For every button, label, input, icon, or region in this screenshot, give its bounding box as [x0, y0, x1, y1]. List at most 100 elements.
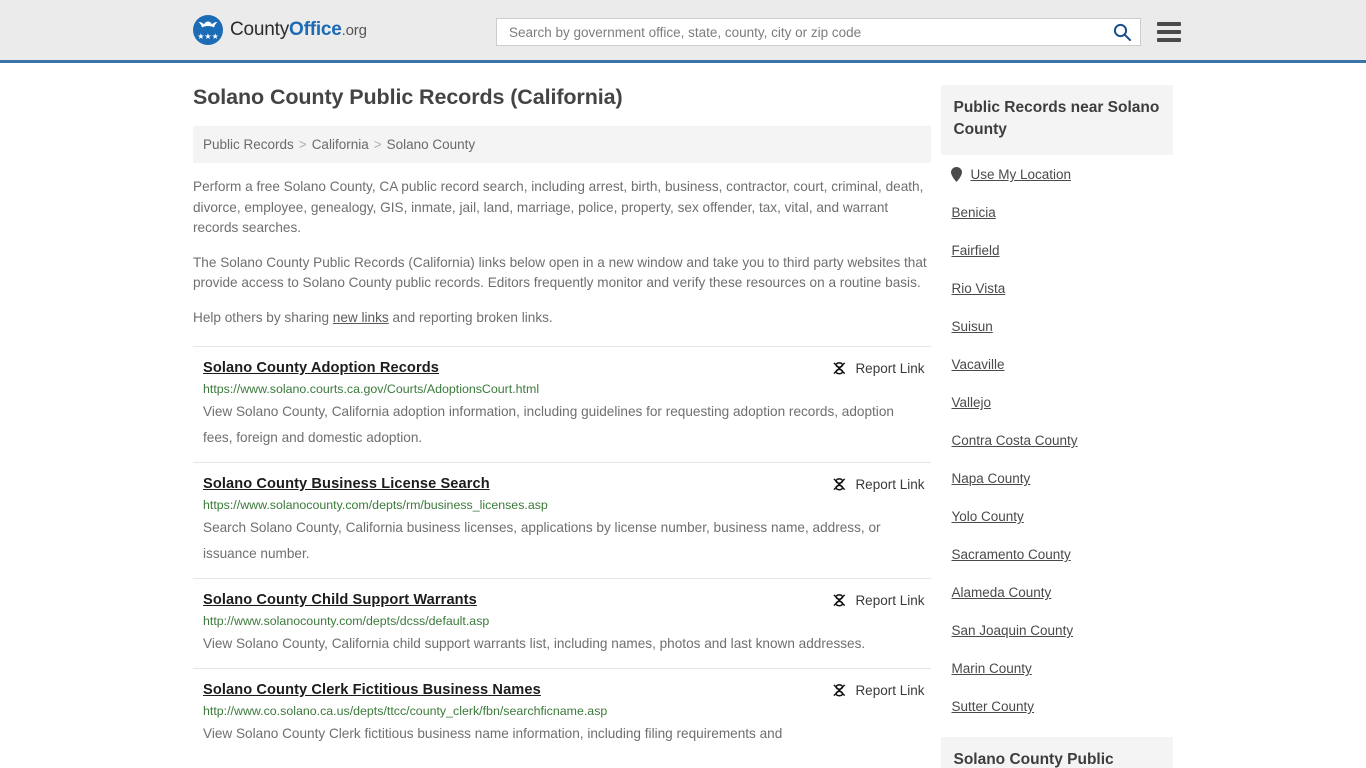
sidebar-link[interactable]: Yolo County [951, 509, 1023, 524]
search-input[interactable] [507, 23, 1110, 41]
sidebar-item-sacramento-county[interactable]: Sacramento County [951, 535, 1173, 573]
report-link-button[interactable]: Report Link [832, 682, 924, 698]
site-logo[interactable]: ★★★ CountyOffice.org [193, 15, 367, 45]
sidebar-item-marin-county[interactable]: Marin County [951, 649, 1173, 687]
share-text-after: and reporting broken links. [388, 309, 553, 325]
logo-text-org: .org [341, 22, 367, 39]
record-title-link[interactable]: Solano County Child Support Warrants [203, 592, 477, 608]
breadcrumb-item-solano-county[interactable]: Solano County [387, 137, 476, 152]
breadcrumb-separator: > [373, 137, 382, 152]
sidebar-link[interactable]: Alameda County [951, 585, 1051, 600]
record-item: Solano County Child Support Warrants Rep… [193, 578, 932, 668]
sidebar-item-san-joaquin-county[interactable]: San Joaquin County [951, 611, 1173, 649]
intro-text: Perform a free Solano County, CA public … [193, 177, 931, 328]
record-description: View Solano County, California adoption … [203, 404, 894, 445]
record-url: http://www.co.solano.ca.us/depts/ttcc/co… [203, 704, 608, 718]
eagle-seal-logo-icon: ★★★ [193, 15, 223, 45]
sidebar-item-napa-county[interactable]: Napa County [951, 459, 1173, 497]
sidebar-link[interactable]: Vacaville [951, 357, 1004, 372]
record-header: Solano County Clerk Fictitious Business … [203, 682, 931, 698]
intro-paragraph-2: The Solano County Public Records (Califo… [193, 254, 927, 291]
sidebar-link[interactable]: Sutter County [951, 699, 1034, 714]
record-item: Solano County Business License Search Re… [193, 462, 932, 578]
stars-icon: ★★★ [197, 32, 219, 41]
new-links-link[interactable]: new links [333, 310, 389, 325]
logo-text-office: Office [289, 19, 342, 40]
record-title-link[interactable]: Solano County Adoption Records [203, 360, 439, 376]
sidebar-link[interactable]: Marin County [951, 661, 1031, 676]
record-item: Solano County Clerk Fictitious Business … [193, 668, 932, 758]
search-icon [1113, 23, 1131, 41]
record-header: Solano County Child Support Warrants Rep… [203, 592, 931, 608]
menu-button[interactable] [1157, 22, 1181, 42]
sidebar-places-list: Use My Location Benicia Fairfield Rio Vi… [941, 155, 1173, 725]
breadcrumb-item-public-records[interactable]: Public Records [203, 137, 294, 152]
record-url: http://www.solanocounty.com/depts/dcss/d… [203, 614, 490, 628]
sidebar-item-vallejo[interactable]: Vallejo [951, 383, 1173, 421]
location-pin-icon [951, 167, 963, 182]
record-title-link[interactable]: Solano County Clerk Fictitious Business … [203, 682, 541, 698]
sidebar-item-benicia[interactable]: Benicia [951, 193, 1173, 231]
sidebar-item-fairfield[interactable]: Fairfield [951, 231, 1173, 269]
sidebar-bottom-panel-title: Solano County Public [941, 737, 1173, 768]
content-container: Solano County Public Records (California… [193, 63, 1173, 768]
sidebar-item-vacaville[interactable]: Vacaville [951, 345, 1173, 383]
main-column: Solano County Public Records (California… [193, 63, 932, 768]
sidebar-link[interactable]: Rio Vista [951, 281, 1005, 296]
sidebar-item-sutter-county[interactable]: Sutter County [951, 687, 1173, 725]
sidebar-item-suisun[interactable]: Suisun [951, 307, 1173, 345]
report-link-label: Report Link [855, 593, 925, 608]
sidebar-link[interactable]: Benicia [951, 205, 995, 220]
share-text-before: Help others by sharing [193, 309, 333, 325]
sidebar-link[interactable]: Sacramento County [951, 547, 1070, 562]
report-link-label: Report Link [855, 361, 925, 376]
record-header: Solano County Business License Search Re… [203, 476, 931, 492]
sidebar-link[interactable]: Napa County [951, 471, 1030, 486]
search-area [496, 18, 1181, 46]
intro-paragraph-3: Help others by sharing new links and rep… [193, 308, 931, 329]
broken-link-icon [833, 684, 846, 697]
hamburger-bar [1157, 38, 1181, 42]
logo-text: CountyOffice.org [230, 19, 367, 41]
site-header: ★★★ CountyOffice.org [0, 0, 1366, 63]
sidebar-link[interactable]: Vallejo [951, 395, 991, 410]
record-description: Search Solano County, California busines… [203, 520, 881, 561]
sidebar-link[interactable]: Contra Costa County [951, 433, 1077, 448]
report-link-button[interactable]: Report Link [832, 592, 924, 608]
logo-text-county: County [230, 19, 290, 40]
page-title: Solano County Public Records (California… [193, 85, 623, 109]
sidebar-item-alameda-county[interactable]: Alameda County [951, 573, 1173, 611]
hamburger-bar [1157, 30, 1181, 34]
intro-paragraph-1: Perform a free Solano County, CA public … [193, 179, 924, 235]
sidebar-item-rio-vista[interactable]: Rio Vista [951, 269, 1173, 307]
sidebar-title: Public Records near Solano County [941, 85, 1173, 155]
report-link-button[interactable]: Report Link [832, 360, 924, 376]
report-link-button[interactable]: Report Link [832, 476, 924, 492]
broken-link-icon [833, 362, 846, 375]
page-body: Solano County Public Records (California… [0, 63, 1366, 768]
broken-link-icon [833, 478, 846, 491]
record-description: View Solano County Clerk fictitious busi… [203, 726, 783, 741]
record-url: https://www.solanocounty.com/depts/rm/bu… [203, 498, 548, 512]
sidebar-item-yolo-county[interactable]: Yolo County [951, 497, 1173, 535]
sidebar-item-use-my-location[interactable]: Use My Location [951, 155, 1173, 193]
search-box[interactable] [496, 18, 1141, 46]
breadcrumb-separator: > [298, 137, 307, 152]
sidebar-link[interactable]: San Joaquin County [951, 623, 1073, 638]
record-title-link[interactable]: Solano County Business License Search [203, 476, 490, 492]
record-description: View Solano County, California child sup… [203, 636, 866, 651]
sidebar-link[interactable]: Suisun [951, 319, 992, 334]
record-url: https://www.solano.courts.ca.gov/Courts/… [203, 382, 540, 396]
eagle-icon [198, 21, 218, 28]
use-my-location-link[interactable]: Use My Location [970, 167, 1071, 182]
sidebar-item-contra-costa-county[interactable]: Contra Costa County [951, 421, 1173, 459]
sidebar-link[interactable]: Fairfield [951, 243, 999, 258]
record-item: Solano County Adoption Records Report Li… [193, 346, 932, 462]
record-header: Solano County Adoption Records Report Li… [203, 360, 931, 376]
report-link-label: Report Link [855, 477, 925, 492]
sidebar: Public Records near Solano County Use My… [941, 63, 1173, 768]
breadcrumb: Public Records > California > Solano County [193, 126, 932, 163]
breadcrumb-item-california[interactable]: California [312, 137, 369, 152]
search-button[interactable] [1110, 22, 1134, 42]
hamburger-bar [1157, 22, 1181, 26]
